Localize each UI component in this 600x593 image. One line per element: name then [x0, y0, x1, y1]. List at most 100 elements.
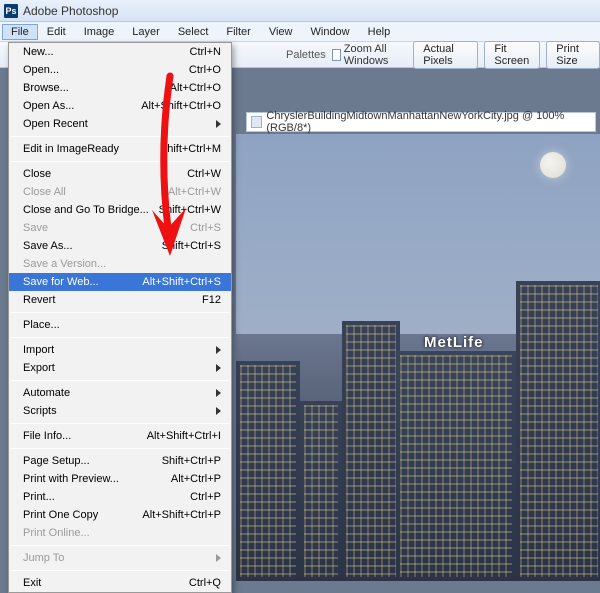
- menu-item-new[interactable]: New...Ctrl+N: [9, 43, 231, 61]
- menu-item-close-and-go-to-bridge[interactable]: Close and Go To Bridge... Shift+Ctrl+W: [9, 201, 231, 219]
- menu-item-shortcut: Shift+Ctrl+W: [159, 204, 221, 216]
- menu-file[interactable]: File: [2, 24, 38, 40]
- menu-item-label: Open Recent: [23, 118, 88, 130]
- menu-item-open-recent[interactable]: Open Recent: [9, 115, 231, 133]
- menu-item-close-all: Close AllAlt+Ctrl+W: [9, 183, 231, 201]
- menu-item-export[interactable]: Export: [9, 359, 231, 377]
- zoom-all-windows-label: Zoom All Windows: [344, 43, 408, 67]
- chevron-right-icon: [216, 120, 221, 128]
- menu-item-shortcut: Alt+Ctrl+O: [170, 82, 221, 94]
- actual-pixels-button[interactable]: Actual Pixels: [413, 41, 478, 69]
- menu-item-label: Automate: [23, 387, 70, 399]
- menu-item-shortcut: Ctrl+O: [189, 64, 221, 76]
- menu-item-close[interactable]: CloseCtrl+W: [9, 165, 231, 183]
- palettes-label: Palettes: [286, 49, 326, 61]
- menu-item-label: Print One Copy: [23, 509, 98, 521]
- menu-item-shortcut: Alt+Shift+Ctrl+S: [142, 276, 221, 288]
- menu-item-label: Export: [23, 362, 55, 374]
- chevron-right-icon: [216, 554, 221, 562]
- menu-item-label: New...: [23, 46, 54, 58]
- menu-item-label: Open As...: [23, 100, 74, 112]
- menu-item-label: File Info...: [23, 430, 71, 442]
- menu-item-label: Scripts: [23, 405, 57, 417]
- menu-item-label: Save As...: [23, 240, 73, 252]
- menu-item-label: Print...: [23, 491, 55, 503]
- menu-select[interactable]: Select: [169, 24, 218, 40]
- menu-item-label: Jump To: [23, 552, 64, 564]
- menu-item-open-as[interactable]: Open As... Alt+Shift+Ctrl+O: [9, 97, 231, 115]
- menu-item-label: Close: [23, 168, 51, 180]
- menu-help[interactable]: Help: [359, 24, 400, 40]
- building-metlife: [396, 351, 516, 581]
- menu-item-save-for-web[interactable]: Save for Web... Alt+Shift+Ctrl+S: [9, 273, 231, 291]
- menu-item-revert[interactable]: RevertF12: [9, 291, 231, 309]
- chevron-right-icon: [216, 346, 221, 354]
- menu-separator: [11, 380, 229, 381]
- building: [516, 281, 600, 581]
- chevron-right-icon: [216, 407, 221, 415]
- menu-item-place[interactable]: Place...: [9, 316, 231, 334]
- canvas[interactable]: MetLife: [236, 134, 600, 581]
- fit-screen-button[interactable]: Fit Screen: [484, 41, 540, 69]
- menu-item-open[interactable]: Open... Ctrl+O: [9, 61, 231, 79]
- chevron-right-icon: [216, 364, 221, 372]
- menu-layer[interactable]: Layer: [123, 24, 169, 40]
- menu-separator: [11, 161, 229, 162]
- menu-item-automate[interactable]: Automate: [9, 384, 231, 402]
- checkbox-icon: [332, 49, 341, 61]
- menu-item-edit-in-imageready[interactable]: Edit in ImageReadyShift+Ctrl+M: [9, 140, 231, 158]
- menu-item-print-with-preview[interactable]: Print with Preview...Alt+Ctrl+P: [9, 470, 231, 488]
- menu-item-import[interactable]: Import: [9, 341, 231, 359]
- document-title: ChryslerBuildingMidtownManhattanNewYorkC…: [266, 110, 591, 134]
- menu-item-label: Exit: [23, 577, 41, 589]
- menu-item-file-info[interactable]: File Info... Alt+Shift+Ctrl+I: [9, 427, 231, 445]
- menu-separator: [11, 312, 229, 313]
- menu-item-label: Print with Preview...: [23, 473, 119, 485]
- menu-window[interactable]: Window: [302, 24, 359, 40]
- menu-item-jump-to: Jump To: [9, 549, 231, 567]
- menu-item-label: Save for Web...: [23, 276, 99, 288]
- menu-item-save-as[interactable]: Save As...Shift+Ctrl+S: [9, 237, 231, 255]
- menu-item-save-a-version: Save a Version...: [9, 255, 231, 273]
- menu-item-exit[interactable]: ExitCtrl+Q: [9, 574, 231, 592]
- menu-separator: [11, 423, 229, 424]
- menu-item-label: Browse...: [23, 82, 69, 94]
- menu-filter[interactable]: Filter: [217, 24, 259, 40]
- menu-item-label: Import: [23, 344, 54, 356]
- menu-item-browse[interactable]: Browse... Alt+Ctrl+O: [9, 79, 231, 97]
- menu-edit[interactable]: Edit: [38, 24, 75, 40]
- print-size-button[interactable]: Print Size: [546, 41, 600, 69]
- moon-icon: [540, 152, 566, 178]
- menubar: FileEditImageLayerSelectFilterViewWindow…: [0, 22, 600, 42]
- menu-item-label: Save: [23, 222, 48, 234]
- building: [300, 401, 342, 581]
- building: [342, 321, 400, 581]
- menu-item-shortcut: Ctrl+P: [190, 491, 221, 503]
- menu-item-page-setup[interactable]: Page Setup...Shift+Ctrl+P: [9, 452, 231, 470]
- menu-item-label: Print Online...: [23, 527, 90, 539]
- menu-item-shortcut: Alt+Shift+Ctrl+P: [142, 509, 221, 521]
- menu-separator: [11, 545, 229, 546]
- menu-item-label: Close and Go To Bridge...: [23, 204, 149, 216]
- menu-item-scripts[interactable]: Scripts: [9, 402, 231, 420]
- menu-separator: [11, 570, 229, 571]
- menu-separator: [11, 448, 229, 449]
- window-titlebar: Ps Adobe Photoshop: [0, 0, 600, 22]
- menu-item-print-one-copy[interactable]: Print One Copy Alt+Shift+Ctrl+P: [9, 506, 231, 524]
- menu-separator: [11, 337, 229, 338]
- menu-item-print[interactable]: Print... Ctrl+P: [9, 488, 231, 506]
- menu-item-shortcut: Alt+Shift+Ctrl+I: [147, 430, 221, 442]
- zoom-all-windows-checkbox[interactable]: Zoom All Windows: [332, 43, 408, 67]
- chevron-right-icon: [216, 389, 221, 397]
- building-sign: MetLife: [424, 334, 484, 351]
- menu-item-print-online: Print Online...: [9, 524, 231, 542]
- menu-item-save: SaveCtrl+S: [9, 219, 231, 237]
- menu-item-label: Place...: [23, 319, 60, 331]
- menu-item-shortcut: Alt+Ctrl+W: [168, 186, 221, 198]
- menu-item-label: Open...: [23, 64, 59, 76]
- menu-image[interactable]: Image: [75, 24, 124, 40]
- menu-view[interactable]: View: [260, 24, 302, 40]
- document-titlebar[interactable]: ChryslerBuildingMidtownManhattanNewYorkC…: [246, 112, 596, 132]
- file-menu-dropdown: New...Ctrl+N Open... Ctrl+O Browse... Alt+Ct…: [8, 42, 232, 593]
- menu-item-shortcut: Alt+Shift+Ctrl+O: [141, 100, 221, 112]
